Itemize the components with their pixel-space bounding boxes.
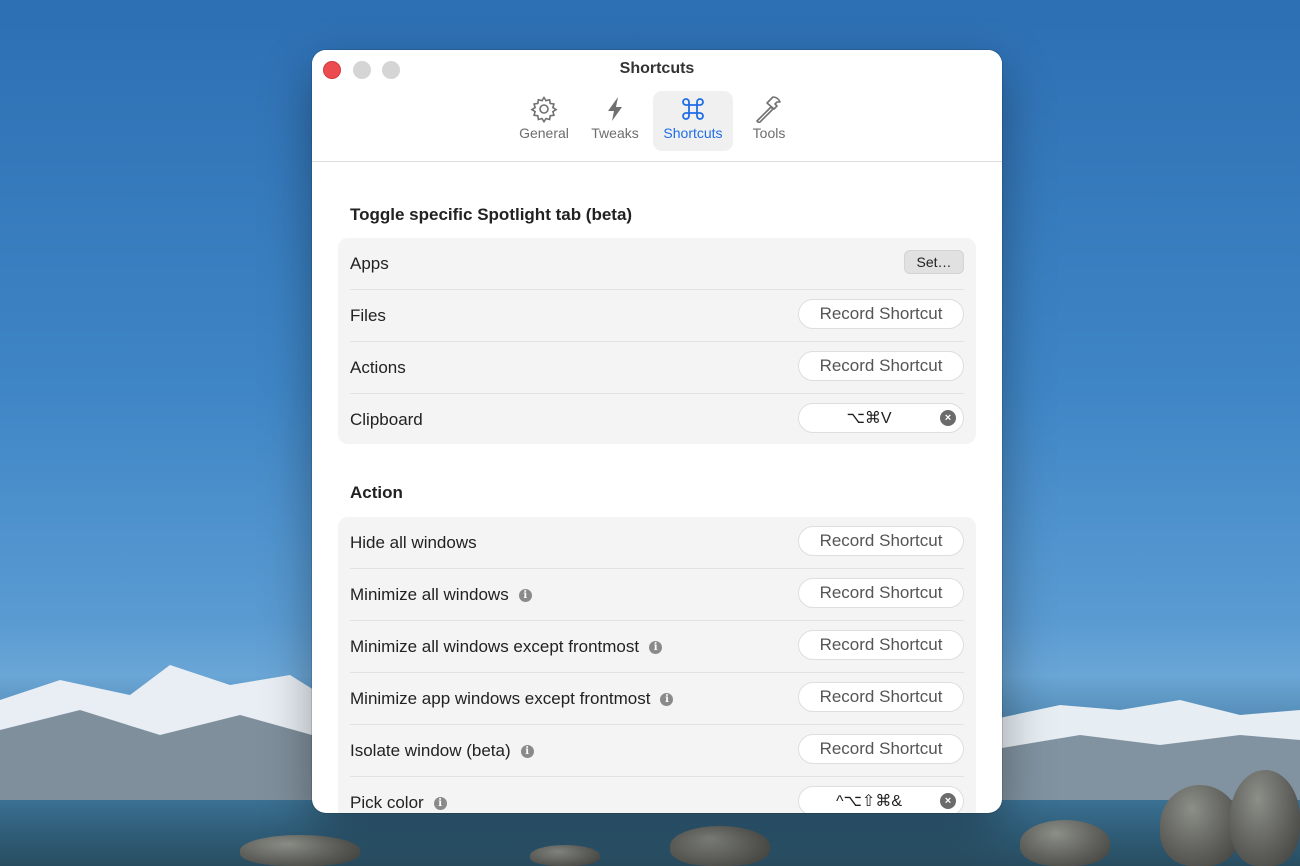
shortcuts-settings-window: Shortcuts General Tweaks Shortcuts Tools… [312, 50, 1002, 813]
preferences-tabs: General Tweaks Shortcuts Tools [312, 91, 1002, 153]
info-icon[interactable]: i [520, 744, 534, 758]
row-label: Clipboard [350, 410, 423, 429]
list-item: Minimize app windows except frontmost i … [350, 673, 964, 725]
desktop-rock [1230, 770, 1300, 866]
record-shortcut-button[interactable]: Record Shortcut [798, 578, 964, 608]
window-toolbar: Shortcuts General Tweaks Shortcuts Tools [312, 50, 1002, 162]
tab-label: Tools [752, 125, 786, 141]
row-label: Files [350, 306, 386, 325]
desktop-rock [240, 835, 360, 866]
bolt-icon [608, 97, 622, 121]
desktop-rock [530, 845, 600, 866]
section-heading-spotlight: Toggle specific Spotlight tab (beta) [350, 205, 633, 224]
shortcut-recorder[interactable]: ⌥⌘V × [798, 403, 964, 433]
command-icon [682, 98, 704, 120]
desktop-rock [670, 826, 770, 866]
row-label: Actions [350, 358, 406, 377]
row-label: Minimize app windows except frontmost [350, 689, 651, 708]
list-item: Minimize all windows i Record Shortcut [350, 569, 964, 621]
row-label: Minimize all windows except frontmost [350, 637, 640, 656]
window-title: Shortcuts [619, 60, 695, 77]
shortcut-recorder[interactable]: ^⌥⇧⌘& × [798, 786, 964, 813]
info-icon[interactable]: i [649, 640, 663, 654]
tab-tools[interactable]: Tools [742, 91, 796, 151]
list-item: Pick color i ^⌥⇧⌘& × [350, 777, 964, 813]
record-shortcut-button[interactable]: Record Shortcut [798, 630, 964, 660]
desktop-rock [1020, 820, 1110, 866]
list-item: Hide all windows Record Shortcut [350, 517, 964, 569]
record-shortcut-button[interactable]: Record Shortcut [798, 526, 964, 556]
settings-content: Toggle specific Spotlight tab (beta) App… [312, 161, 1002, 813]
row-label: Apps [350, 254, 389, 273]
row-label: Minimize all windows [350, 585, 509, 604]
list-item: Files Record Shortcut [350, 290, 964, 342]
shortcut-keys: ^⌥⇧⌘& [835, 793, 903, 810]
tab-general[interactable]: General [510, 91, 578, 151]
row-label: Hide all windows [350, 533, 477, 552]
action-group: Hide all windows Record Shortcut Minimiz… [338, 517, 976, 813]
shortcut-keys: ⌥⌘V [846, 410, 892, 427]
list-item: Isolate window (beta) i Record Shortcut [350, 725, 964, 777]
clear-shortcut-icon[interactable]: × [940, 793, 956, 809]
section-heading-action: Action [350, 483, 403, 502]
set-button[interactable]: Set… [904, 250, 964, 274]
info-icon[interactable]: i [518, 588, 532, 602]
tab-label: Shortcuts [663, 125, 723, 141]
record-shortcut-button[interactable]: Record Shortcut [798, 682, 964, 712]
hammer-icon [756, 96, 781, 123]
gear-icon [530, 95, 558, 123]
record-shortcut-button[interactable]: Record Shortcut [798, 299, 964, 329]
info-icon[interactable]: i [660, 692, 674, 706]
tab-label: General [519, 125, 569, 141]
row-label: Isolate window (beta) [350, 741, 511, 760]
tab-shortcuts[interactable]: Shortcuts [653, 91, 733, 151]
info-icon[interactable]: i [433, 796, 447, 810]
record-shortcut-button[interactable]: Record Shortcut [798, 351, 964, 381]
list-item: Actions Record Shortcut [350, 342, 964, 394]
tab-label: Tweaks [591, 125, 639, 141]
list-item: Minimize all windows except frontmost i … [350, 621, 964, 673]
record-shortcut-button[interactable]: Record Shortcut [798, 734, 964, 764]
row-label: Pick color [350, 793, 424, 812]
list-item: Clipboard ⌥⌘V × [350, 394, 964, 446]
clear-shortcut-icon[interactable]: × [940, 410, 956, 426]
desktop-rock [1160, 785, 1240, 866]
list-item: Apps Set… [350, 238, 964, 290]
tab-tweaks[interactable]: Tweaks [584, 91, 646, 151]
spotlight-group: Apps Set… Files Record Shortcut Actions … [338, 238, 976, 444]
